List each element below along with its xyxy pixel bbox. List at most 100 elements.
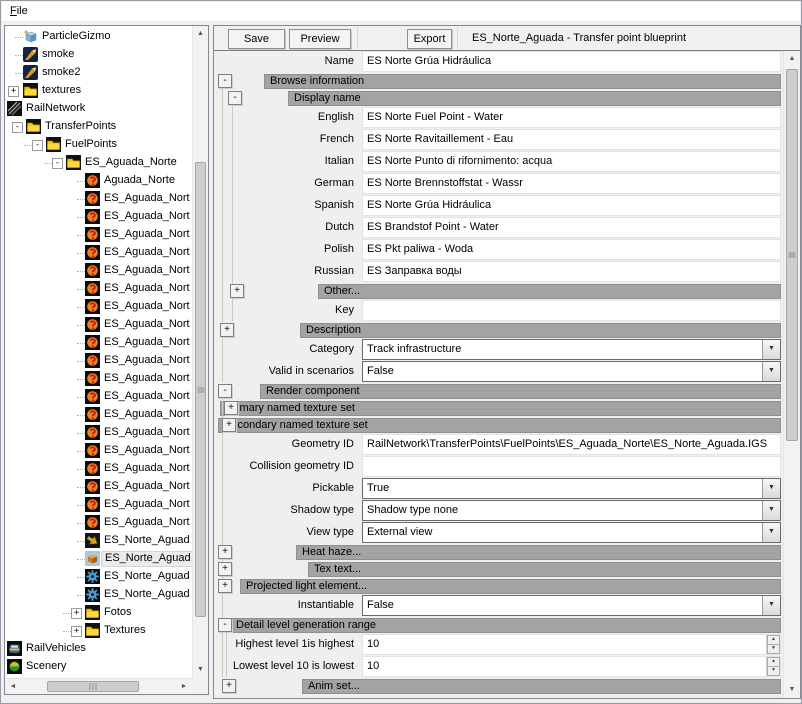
combo-box[interactable]: False▼ bbox=[362, 595, 781, 616]
tree-item[interactable]: ParticleGizmo bbox=[5, 28, 192, 46]
tree-vertical-scrollbar[interactable]: ▲ ▼ bbox=[192, 26, 208, 678]
tree-item[interactable]: ES_Aguada_Nort bbox=[5, 460, 192, 478]
tree-item[interactable]: ES_Aguada_Nort bbox=[5, 226, 192, 244]
tree-item-label[interactable]: TransferPoints bbox=[42, 119, 119, 135]
scroll-down-button[interactable]: ▼ bbox=[193, 662, 208, 678]
combo-box[interactable]: External view▼ bbox=[362, 522, 781, 543]
chevron-down-icon[interactable]: ▼ bbox=[762, 362, 780, 381]
collapse-icon[interactable]: - bbox=[32, 140, 43, 151]
scroll-down-button[interactable]: ▼ bbox=[784, 682, 800, 698]
expand-icon[interactable]: + bbox=[222, 418, 236, 432]
combo-value[interactable]: Shadow type none bbox=[363, 501, 762, 520]
expand-icon[interactable]: + bbox=[218, 545, 232, 559]
scroll-up-button[interactable]: ▲ bbox=[784, 51, 800, 67]
spinner-down-button[interactable]: ▼ bbox=[767, 667, 780, 676]
combo-value[interactable]: True bbox=[363, 479, 762, 498]
tree-item-label[interactable]: ES_Aguada_Nort bbox=[101, 515, 192, 531]
export-button[interactable]: Export bbox=[407, 29, 452, 49]
tree-item[interactable]: ES_Aguada_Nort bbox=[5, 262, 192, 280]
field-value[interactable]: ES Norte Grúa Hidráulica bbox=[362, 51, 781, 72]
tree-item-label[interactable]: Aguada_Norte bbox=[101, 173, 178, 189]
tree-item[interactable]: - FuelPoints bbox=[5, 136, 192, 154]
field-value[interactable]: RailNetwork\TransferPoints\FuelPoints\ES… bbox=[362, 434, 781, 455]
tree-item-label[interactable]: ES_Aguada_Nort bbox=[101, 209, 192, 225]
preview-button[interactable]: Preview bbox=[289, 29, 351, 49]
expand-icon[interactable]: + bbox=[218, 562, 232, 576]
field-value[interactable]: ES Заправка воды bbox=[362, 261, 781, 282]
tree-item[interactable]: ES_Norte_Aguad bbox=[5, 532, 192, 550]
field-value[interactable] bbox=[362, 456, 781, 477]
tree-item[interactable]: ES_Aguada_Nort bbox=[5, 388, 192, 406]
tree-item-label[interactable]: ParticleGizmo bbox=[39, 29, 113, 45]
tree-item[interactable]: ES_Aguada_Nort bbox=[5, 406, 192, 424]
collapse-icon[interactable]: - bbox=[218, 618, 232, 632]
spinner-up-button[interactable]: ▲ bbox=[767, 635, 780, 645]
field-value[interactable]: ES Norte Punto di rifornimento: acqua bbox=[362, 151, 781, 172]
field-value[interactable] bbox=[362, 300, 781, 321]
tree-item-label[interactable]: ES_Aguada_Nort bbox=[101, 371, 192, 387]
combo-box[interactable]: Shadow type none▼ bbox=[362, 500, 781, 521]
field-value[interactable]: ES Norte Ravitaillement - Eau bbox=[362, 129, 781, 150]
tree-item-label[interactable]: Fotos bbox=[101, 605, 135, 621]
tree-item-label[interactable]: ES_Aguada_Nort bbox=[101, 389, 192, 405]
tree-item[interactable]: + Fotos bbox=[5, 604, 192, 622]
tree-item[interactable]: ES_Norte_Aguad bbox=[5, 568, 192, 586]
collapse-icon[interactable]: - bbox=[12, 122, 23, 133]
spinner-field[interactable]: 10▲▼ bbox=[362, 634, 781, 655]
tree-item-label[interactable]: ES_Aguada_Nort bbox=[101, 263, 192, 279]
tree-item-label[interactable]: RailVehicles bbox=[23, 641, 89, 657]
tree-item-label[interactable]: ES_Aguada_Nort bbox=[101, 461, 192, 477]
tree-item-label[interactable]: ES_Aguada_Nort bbox=[101, 317, 192, 333]
tree-item[interactable]: ES_Aguada_Nort bbox=[5, 244, 192, 262]
tree-item-label[interactable]: Textures bbox=[101, 623, 149, 639]
tree-item-label[interactable]: ES_Norte_Aguad bbox=[101, 569, 192, 585]
expand-icon[interactable]: + bbox=[224, 401, 238, 415]
tree-item[interactable]: ES_Aguada_Nort bbox=[5, 370, 192, 388]
tree-item[interactable]: ES_Aguada_Nort bbox=[5, 442, 192, 460]
combo-value[interactable]: False bbox=[363, 362, 762, 381]
tree-item-label[interactable]: smoke bbox=[39, 47, 77, 63]
tree-item-label[interactable]: RailNetwork bbox=[23, 101, 88, 117]
property-vertical-scrollbar[interactable]: ▲ ▼ bbox=[783, 51, 800, 698]
tree-item-label[interactable]: textures bbox=[39, 83, 84, 99]
tree-item-label[interactable]: ES_Aguada_Nort bbox=[101, 425, 192, 441]
expand-icon[interactable]: + bbox=[222, 679, 236, 693]
field-value[interactable]: ES Norte Brennstoffstat - Wassr bbox=[362, 173, 781, 194]
tree-item[interactable]: + Textures bbox=[5, 622, 192, 640]
tree-item[interactable]: ES_Aguada_Nort bbox=[5, 298, 192, 316]
tree-item-label[interactable]: ES_Norte_Aguad bbox=[101, 587, 192, 603]
tree-item[interactable]: ES_Aguada_Nort bbox=[5, 280, 192, 298]
tree-vscroll-thumb[interactable] bbox=[195, 162, 206, 617]
collapse-icon[interactable]: - bbox=[218, 384, 232, 398]
tree-item-label[interactable]: ES_Aguada_Nort bbox=[101, 191, 192, 207]
spinner-down-button[interactable]: ▼ bbox=[767, 645, 780, 654]
tree-item-label[interactable]: ES_Aguada_Nort bbox=[101, 245, 192, 261]
tree-item[interactable]: ES_Aguada_Nort bbox=[5, 334, 192, 352]
tree-item[interactable]: RailVehicles bbox=[5, 640, 192, 658]
menu-item-file[interactable]: File bbox=[2, 2, 36, 19]
expand-icon[interactable]: + bbox=[71, 608, 82, 619]
tree-item-label[interactable]: ES_Aguada_Nort bbox=[101, 407, 192, 423]
combo-box[interactable]: Track infrastructure▼ bbox=[362, 339, 781, 360]
spinner-value[interactable]: 10 bbox=[363, 635, 766, 654]
tree-item-label[interactable]: smoke2 bbox=[39, 65, 84, 81]
tree-item-label[interactable]: ES_Aguada_Norte bbox=[82, 155, 180, 171]
tree-item-label[interactable]: ES_Norte_Aguad bbox=[101, 551, 192, 567]
expand-icon[interactable]: + bbox=[8, 86, 19, 97]
collapse-icon[interactable]: - bbox=[218, 74, 232, 88]
expand-icon[interactable]: + bbox=[220, 323, 234, 337]
tree-item-label[interactable]: FuelPoints bbox=[62, 137, 120, 153]
combo-value[interactable]: False bbox=[363, 596, 762, 615]
save-button[interactable]: Save bbox=[228, 29, 285, 49]
tree-item[interactable]: smoke bbox=[5, 46, 192, 64]
tree-item-label[interactable]: ES_Aguada_Nort bbox=[101, 353, 192, 369]
tree-item-label[interactable]: ES_Aguada_Nort bbox=[101, 479, 192, 495]
tree-item[interactable]: ES_Aguada_Nort bbox=[5, 208, 192, 226]
field-value[interactable]: ES Pkt paliwa - Woda bbox=[362, 239, 781, 260]
expand-icon[interactable]: + bbox=[71, 626, 82, 637]
combo-box[interactable]: True▼ bbox=[362, 478, 781, 499]
tree-item[interactable]: + textures bbox=[5, 82, 192, 100]
tree-item-label[interactable]: ES_Aguada_Nort bbox=[101, 299, 192, 315]
tree-item[interactable]: RailNetwork bbox=[5, 100, 192, 118]
chevron-down-icon[interactable]: ▼ bbox=[762, 340, 780, 359]
